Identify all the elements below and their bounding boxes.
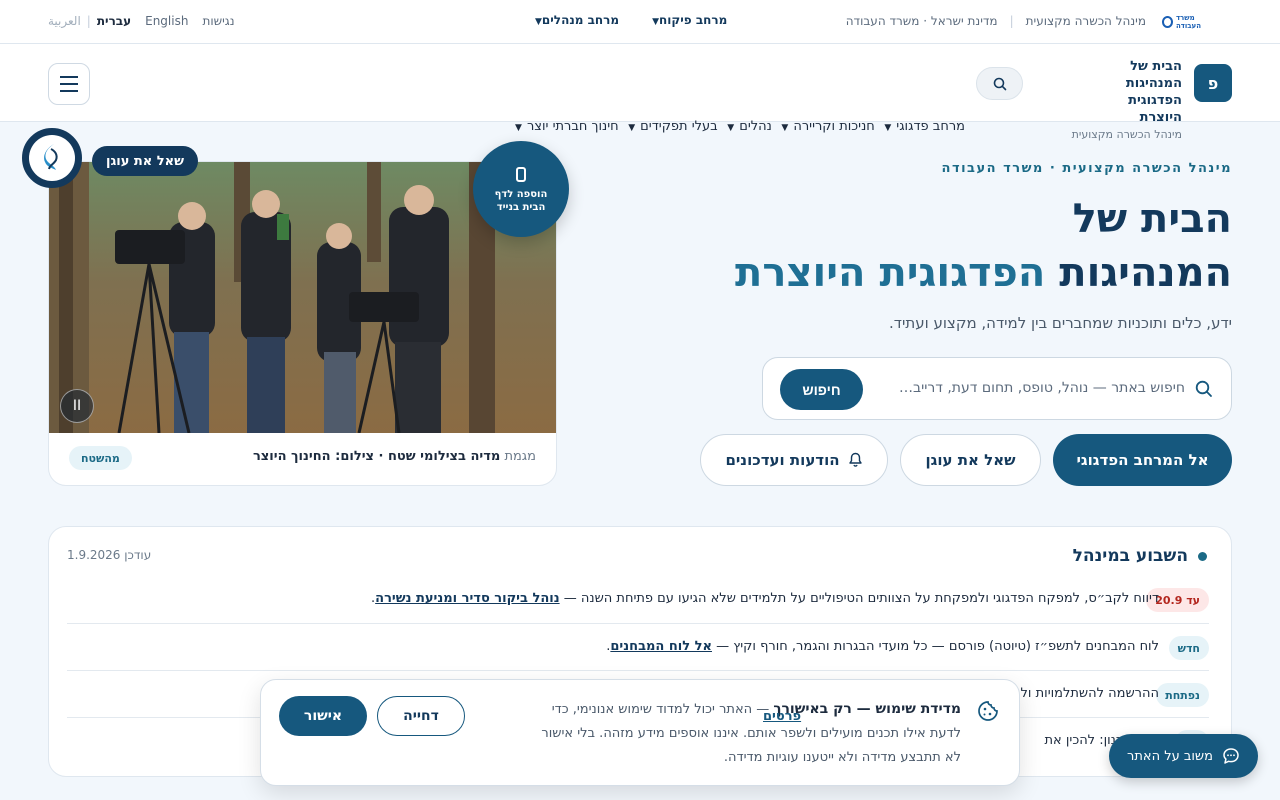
add-to-homescreen-button[interactable]: הוספה לדף הבית בנייד [473,141,569,237]
nav-item-pedagogic-space[interactable]: מרחב פדגוגי▼ [884,119,965,134]
cookie-text: מדידת שימוש — רק באישורך — האתר יכול למד… [541,701,961,765]
chevron-down-icon: ▼ [781,123,789,133]
hero-title-line1: הבית של [1072,196,1232,242]
feedback-button[interactable]: משוב על האתר [1109,734,1258,778]
cookie-icon [978,701,998,721]
language-switcher: العربية | עברית English נגישות [48,14,235,28]
nav-item-procedures[interactable]: נהלים▼ [727,119,772,134]
gov-name: מדינת ישראל · משרד העבודה [845,14,998,28]
lang-hebrew[interactable]: עברית [97,14,131,28]
brand-name[interactable]: הבית של המנהיגות הפדגוגית היוצרת מינהל ה… [1072,58,1182,141]
cookie-consent-banner: מדידת שימוש — רק באישורך — האתר יכול למד… [260,679,1020,786]
space-managers-link[interactable]: ▼מרחב מנהלים [530,13,619,27]
nav-item-social-education[interactable]: חינוך חברתי יוצר▼ [515,119,619,134]
list-item: חדש לוח המבחנים לתשפ״ז (טיוטה) פורסם — כ… [67,623,1209,670]
ask-ogen-button[interactable]: שאל את עוגן [900,434,1041,486]
assistant-avatar[interactable] [22,128,82,188]
search-submit-button[interactable]: חיפוש [780,369,863,410]
bell-icon [848,452,862,467]
chevron-down-icon: ▼ [884,123,892,133]
chevron-down-icon: ▼ [727,123,735,133]
admin-name: מינהל הכשרה מקצועית [1025,14,1146,28]
exam-schedule-link[interactable]: אל לוח המבחנים [610,639,712,654]
announcements-button[interactable]: הודעות ועדכונים [700,434,888,486]
chevron-down-icon: ▼ [628,123,636,133]
main-nav: מרחב פדגוגי▼ חניכות וקריירה▼ נהלים▼ בעלי… [515,119,965,134]
attendance-procedure-link[interactable]: נוהל ביקור סדיר ומניעת נשירה [375,591,559,606]
space-supervision-link[interactable]: ▼מרחב פיקוח [647,13,727,27]
field-tag: מהשטח [69,446,132,470]
open-badge: נפתחת [1156,683,1209,707]
lang-arabic[interactable]: العربية [48,14,81,28]
nav-item-apprenticeship[interactable]: חניכות וקריירה▼ [781,119,874,134]
menorah-emblem-icon [1162,16,1173,28]
cookie-accept-button[interactable]: אישור [279,696,367,736]
phone-icon [516,167,526,182]
hamburger-menu-button[interactable] [48,63,90,105]
chevron-down-icon: ▼ [652,17,660,27]
lang-english[interactable]: English [145,14,188,28]
header-search-button[interactable] [976,67,1023,100]
hero-eyebrow: מינהל הכשרה מקצועית · משרד העבודה [941,161,1232,176]
accessibility-link[interactable]: נגישות [202,14,234,28]
ogen-assistant-icon [44,144,58,170]
bullet-dot-icon [1198,551,1207,561]
pedagogic-space-button[interactable]: אל המרחב הפדגוגי [1053,434,1232,486]
spaces-switcher: ▼מרחב מנהלים ▼מרחב פיקוח [530,13,727,27]
top-bar: משרד העבודה מדינת ישראל · משרד העבודה | … [0,0,1280,44]
assistant-bubble[interactable]: שאל את עוגן [92,146,198,176]
weekly-title: השבוע במינהל [1073,546,1207,566]
chat-bubble-icon [1223,748,1239,764]
cookie-reject-button[interactable]: דחייה [377,696,465,736]
site-search: חיפוש באתר — נוהל, טופס, תחום דעת, דרייב… [762,357,1232,420]
main-header: פ הבית של המנהיגות הפדגוגית היוצרת מינהל… [0,44,1280,141]
chevron-down-icon: ▼ [535,17,542,27]
list-item: עד 20.9 דיווח לקב״ס, למפקח הפדגוגי ולמפק… [67,576,1209,623]
new-badge: חדש [1168,636,1209,660]
brand-logo[interactable]: פ [1194,64,1232,102]
chevron-down-icon: ▼ [515,123,522,133]
search-icon [1195,380,1212,397]
hero-subtitle: ידע, כלים ותוכניות שמחברים בין למידה, מק… [889,314,1232,332]
updated-date: עודכן 1.9.2026 [67,548,152,562]
pause-slideshow-button[interactable]: II [60,389,94,423]
hero-title-line2: המנהיגות הפדגוגית היוצרת [735,250,1232,296]
cookie-details-link[interactable]: פרטים [763,709,801,724]
search-icon [993,77,1006,90]
photo-caption: מגמת מדיה בצילומי שטח · צילום: החינוך הי… [252,449,536,464]
nav-item-roles[interactable]: בעלי תפקידים▼ [628,119,717,134]
gov-logo[interactable]: משרד העבודה [1162,13,1216,31]
search-input[interactable]: חיפוש באתר — נוהל, טופס, תחום דעת, דרייב… [899,380,1185,396]
